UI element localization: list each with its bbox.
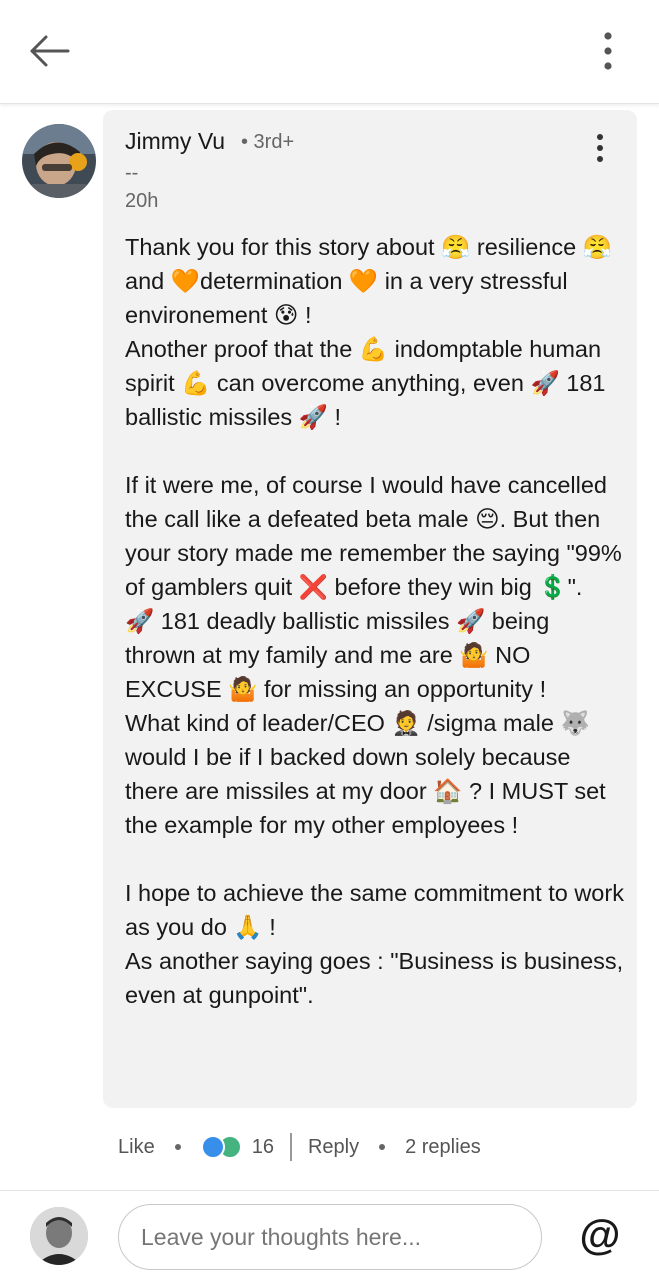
separator-dot <box>379 1144 386 1150</box>
back-arrow-icon[interactable] <box>24 28 76 74</box>
comment-bubble: Jimmy Vu • 3rd+ -- 20h Thank you for thi… <box>103 110 637 1108</box>
replies-link[interactable]: 2 replies <box>405 1136 481 1159</box>
connection-degree: • 3rd+ <box>241 131 295 153</box>
mention-button[interactable]: @ <box>578 1211 622 1259</box>
more-options-icon[interactable] <box>590 28 626 74</box>
current-user-avatar <box>30 1207 88 1265</box>
divider <box>289 1133 292 1161</box>
comment-actions: Like 16 Reply 2 replies <box>118 1130 481 1164</box>
author-headline: -- <box>125 162 139 184</box>
commenter-avatar[interactable] <box>22 124 96 198</box>
comment-paragraph: If it were me, of course I would have ca… <box>125 472 622 838</box>
author-name[interactable]: Jimmy Vu <box>125 128 225 155</box>
comment-input[interactable] <box>118 1204 542 1270</box>
reaction-count[interactable]: 16 <box>252 1136 274 1159</box>
reply-button[interactable]: Reply <box>308 1136 359 1159</box>
comment-paragraph: Thank you for this story about 😤 resilie… <box>125 234 612 430</box>
like-button[interactable]: Like <box>118 1136 155 1159</box>
comment-paragraph: I hope to achieve the same commitment to… <box>125 880 624 1008</box>
like-reaction-icon <box>200 1135 225 1159</box>
comment-timestamp: 20h <box>125 190 159 212</box>
separator-dot <box>174 1144 181 1150</box>
top-app-bar <box>0 0 659 104</box>
reactions-summary[interactable] <box>200 1135 242 1159</box>
comment-composer: @ <box>0 1190 659 1280</box>
comment-more-icon[interactable] <box>585 130 615 166</box>
comment-text: Thank you for this story about 😤 resilie… <box>125 230 625 1012</box>
